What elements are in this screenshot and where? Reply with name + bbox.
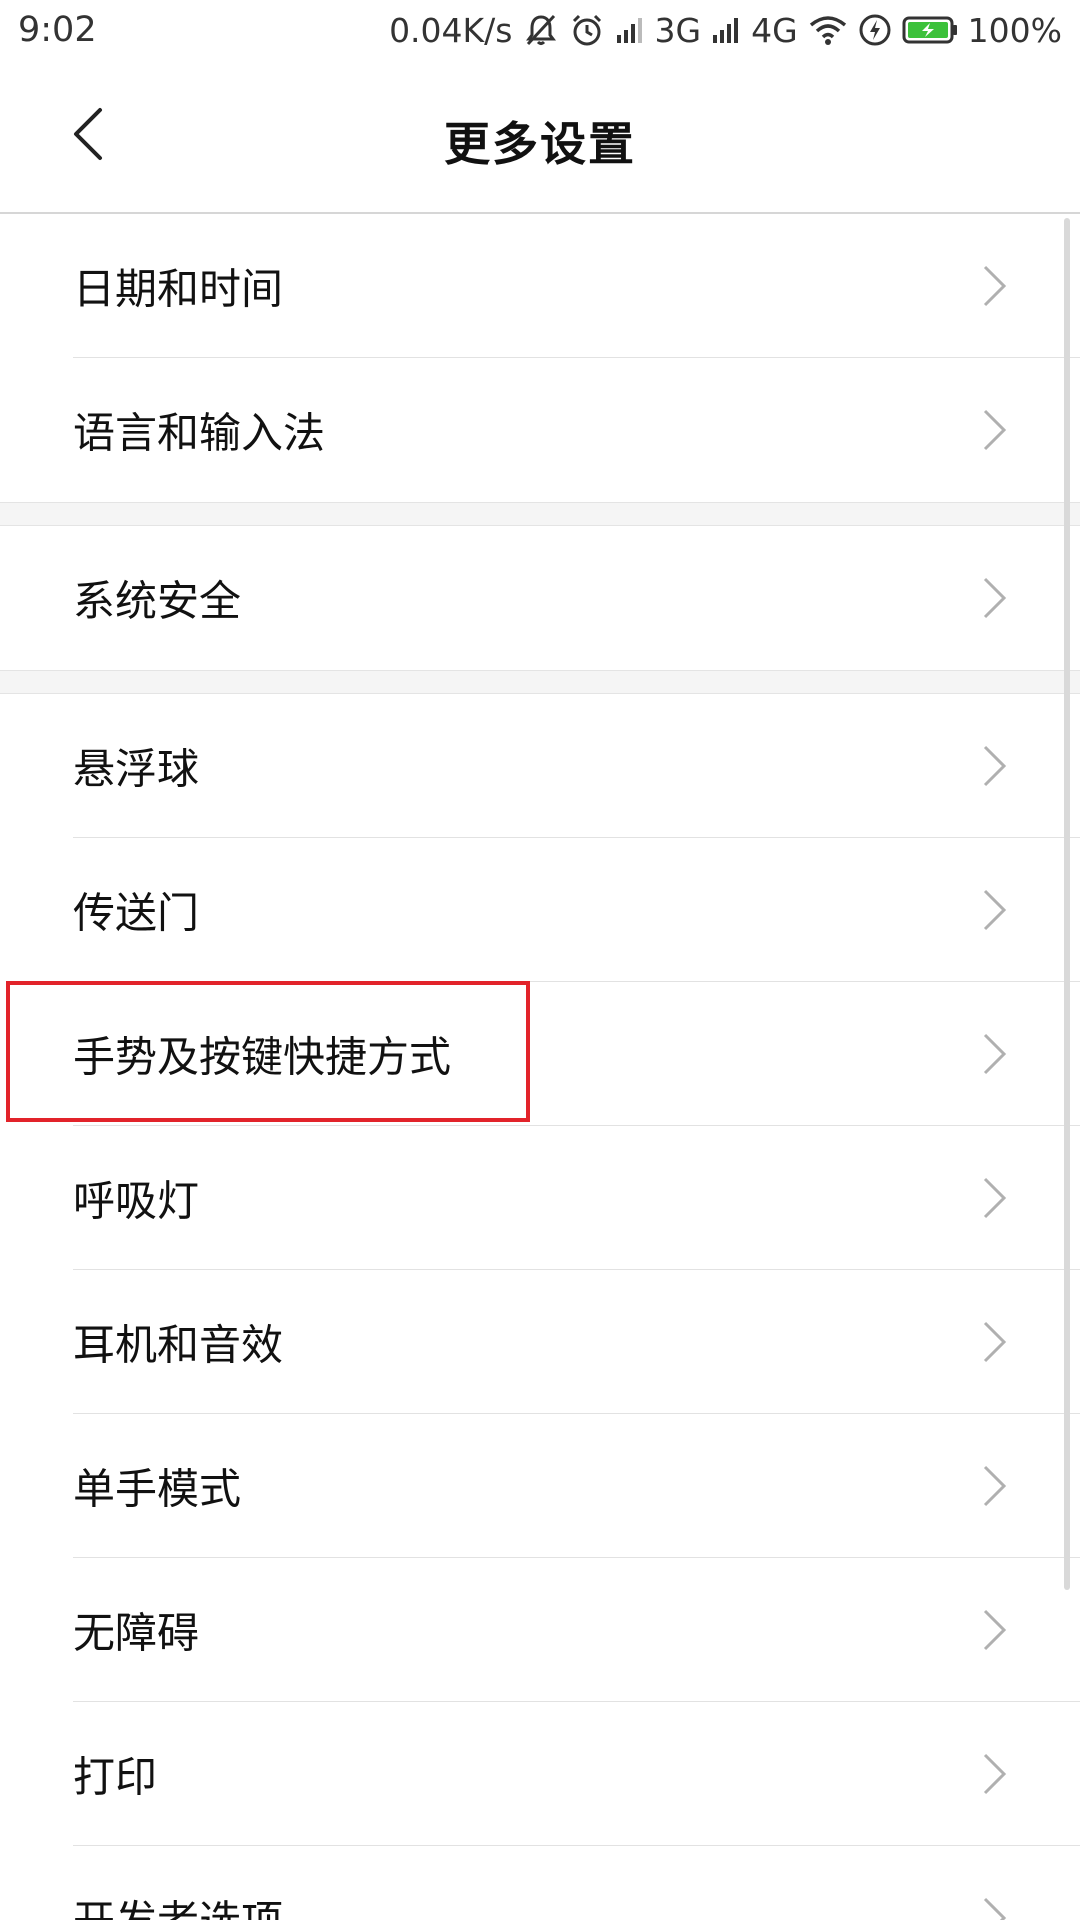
- network-3g-label: 3G: [654, 10, 702, 50]
- mute-bell-icon: [523, 12, 559, 48]
- settings-item-portal[interactable]: 传送门: [0, 838, 1080, 982]
- settings-item-label: 传送门: [73, 888, 200, 938]
- settings-item-label: 打印: [73, 1752, 158, 1802]
- settings-item-accessibility[interactable]: 无障碍: [0, 1558, 1080, 1702]
- settings-item-label: 系统安全: [73, 576, 242, 626]
- settings-item-language-input[interactable]: 语言和输入法: [0, 358, 1080, 502]
- header: 更多设置: [0, 62, 1080, 214]
- chevron-right-icon: [983, 1753, 1007, 1795]
- settings-item-label: 日期和时间: [73, 264, 284, 314]
- settings-item-label: 耳机和音效: [73, 1320, 284, 1370]
- chevron-right-icon: [983, 1609, 1007, 1651]
- alarm-icon: [569, 12, 605, 48]
- chevron-right-icon: [983, 1897, 1007, 1920]
- settings-item-print[interactable]: 打印: [0, 1702, 1080, 1846]
- chevron-right-icon: [983, 1465, 1007, 1507]
- settings-item-label: 开发者选项: [73, 1888, 283, 1920]
- settings-item-floating-ball[interactable]: 悬浮球: [0, 694, 1080, 838]
- network-speed: 0.04K/s: [389, 10, 513, 50]
- settings-item-developer-options[interactable]: 开发者选项: [0, 1846, 1080, 1920]
- settings-item-date-time[interactable]: 日期和时间: [0, 214, 1080, 358]
- battery-charging-icon: [902, 15, 958, 45]
- network-4g-label: 4G: [751, 10, 798, 50]
- settings-item-label: 语言和输入法: [73, 408, 326, 458]
- status-bar: 9:02 0.04K/s 3G 4G 100%: [0, 0, 1080, 62]
- settings-item-label: 呼吸灯: [73, 1176, 200, 1226]
- chevron-right-icon: [983, 889, 1007, 931]
- group-separator: [0, 502, 1080, 526]
- settings-item-notification-light[interactable]: 呼吸灯: [0, 1126, 1080, 1270]
- group-separator: [0, 670, 1080, 694]
- settings-item-label: 手势及按键快捷方式: [73, 1032, 452, 1082]
- chevron-right-icon: [983, 1177, 1007, 1219]
- scrollbar[interactable]: [1064, 218, 1070, 1590]
- chevron-right-icon: [983, 409, 1007, 451]
- battery-percent: 100%: [967, 10, 1062, 50]
- chevron-right-icon: [983, 577, 1007, 619]
- page-title: 更多设置: [444, 117, 636, 171]
- screen: 9:02 0.04K/s 3G 4G 100% 更多设置 日期和时间 语言和输入…: [0, 0, 1080, 1920]
- settings-item-label: 无障碍: [73, 1608, 200, 1658]
- wifi-icon: [808, 14, 848, 46]
- status-time: 9:02: [18, 10, 97, 50]
- signal-icon: [711, 15, 741, 45]
- status-icons: 0.04K/s 3G 4G 100%: [389, 8, 1062, 52]
- chevron-right-icon: [983, 265, 1007, 307]
- settings-item-label: 单手模式: [73, 1464, 242, 1514]
- signal-icon: [615, 15, 645, 45]
- settings-item-one-handed-mode[interactable]: 单手模式: [0, 1414, 1080, 1558]
- chevron-right-icon: [983, 1321, 1007, 1363]
- chevron-right-icon: [983, 1033, 1007, 1075]
- chevron-right-icon: [983, 745, 1007, 787]
- settings-list: 日期和时间 语言和输入法 系统安全 悬浮球 传送门 手势及按键快捷方式 呼吸灯 …: [0, 214, 1080, 1920]
- settings-item-system-security[interactable]: 系统安全: [0, 526, 1080, 670]
- flash-icon: [858, 13, 892, 47]
- settings-item-label: 悬浮球: [73, 744, 200, 794]
- settings-item-gesture-shortcuts[interactable]: 手势及按键快捷方式: [0, 982, 1080, 1126]
- settings-item-headphones-audio[interactable]: 耳机和音效: [0, 1270, 1080, 1414]
